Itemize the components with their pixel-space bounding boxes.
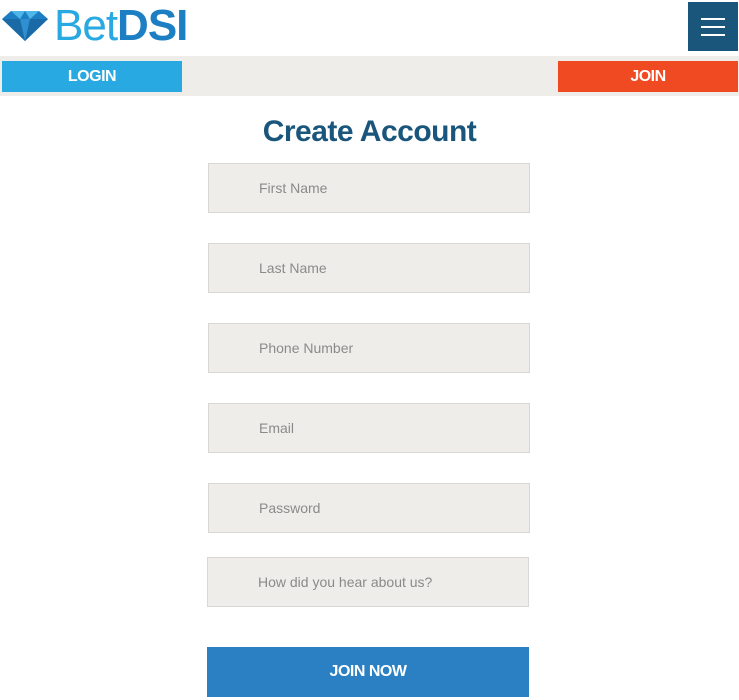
brand-logo[interactable]: BetDSI	[2, 4, 188, 48]
brand-name-dsi: DSI	[117, 1, 188, 50]
page-title: Create Account	[262, 115, 477, 148]
brand-wordmark: BetDSI	[54, 4, 188, 48]
hamburger-menu-icon	[701, 18, 725, 20]
last-name-field[interactable]	[208, 243, 530, 293]
hamburger-menu-icon-bar	[701, 34, 725, 36]
site-header: BetDSI	[0, 0, 739, 56]
phone-number-field[interactable]	[208, 323, 530, 373]
hamburger-menu-icon-bar	[701, 26, 725, 28]
hamburger-menu-button[interactable]	[688, 2, 738, 51]
auth-nav-bar: LOGIN JOIN	[0, 56, 739, 96]
email-field[interactable]	[208, 403, 530, 453]
first-name-field[interactable]	[208, 163, 530, 213]
join-now-button[interactable]: JOIN NOW	[207, 647, 529, 697]
password-field[interactable]	[208, 483, 530, 533]
diamond-logo-icon	[2, 11, 48, 41]
login-button[interactable]: LOGIN	[2, 61, 182, 92]
brand-name-bet: Bet	[54, 1, 118, 50]
join-button[interactable]: JOIN	[558, 61, 738, 92]
referral-source-field[interactable]	[207, 557, 529, 607]
